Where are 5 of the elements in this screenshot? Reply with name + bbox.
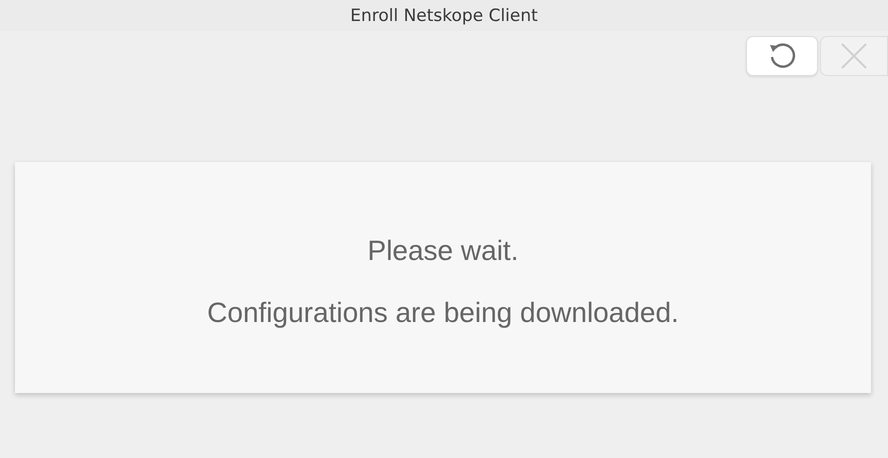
close-icon: [840, 42, 868, 70]
refresh-button[interactable]: [746, 36, 818, 76]
status-message: Configurations are being downloaded.: [207, 298, 679, 326]
status-message: Please wait.: [368, 236, 518, 264]
window-title: Enroll Netskope Client: [350, 6, 538, 26]
